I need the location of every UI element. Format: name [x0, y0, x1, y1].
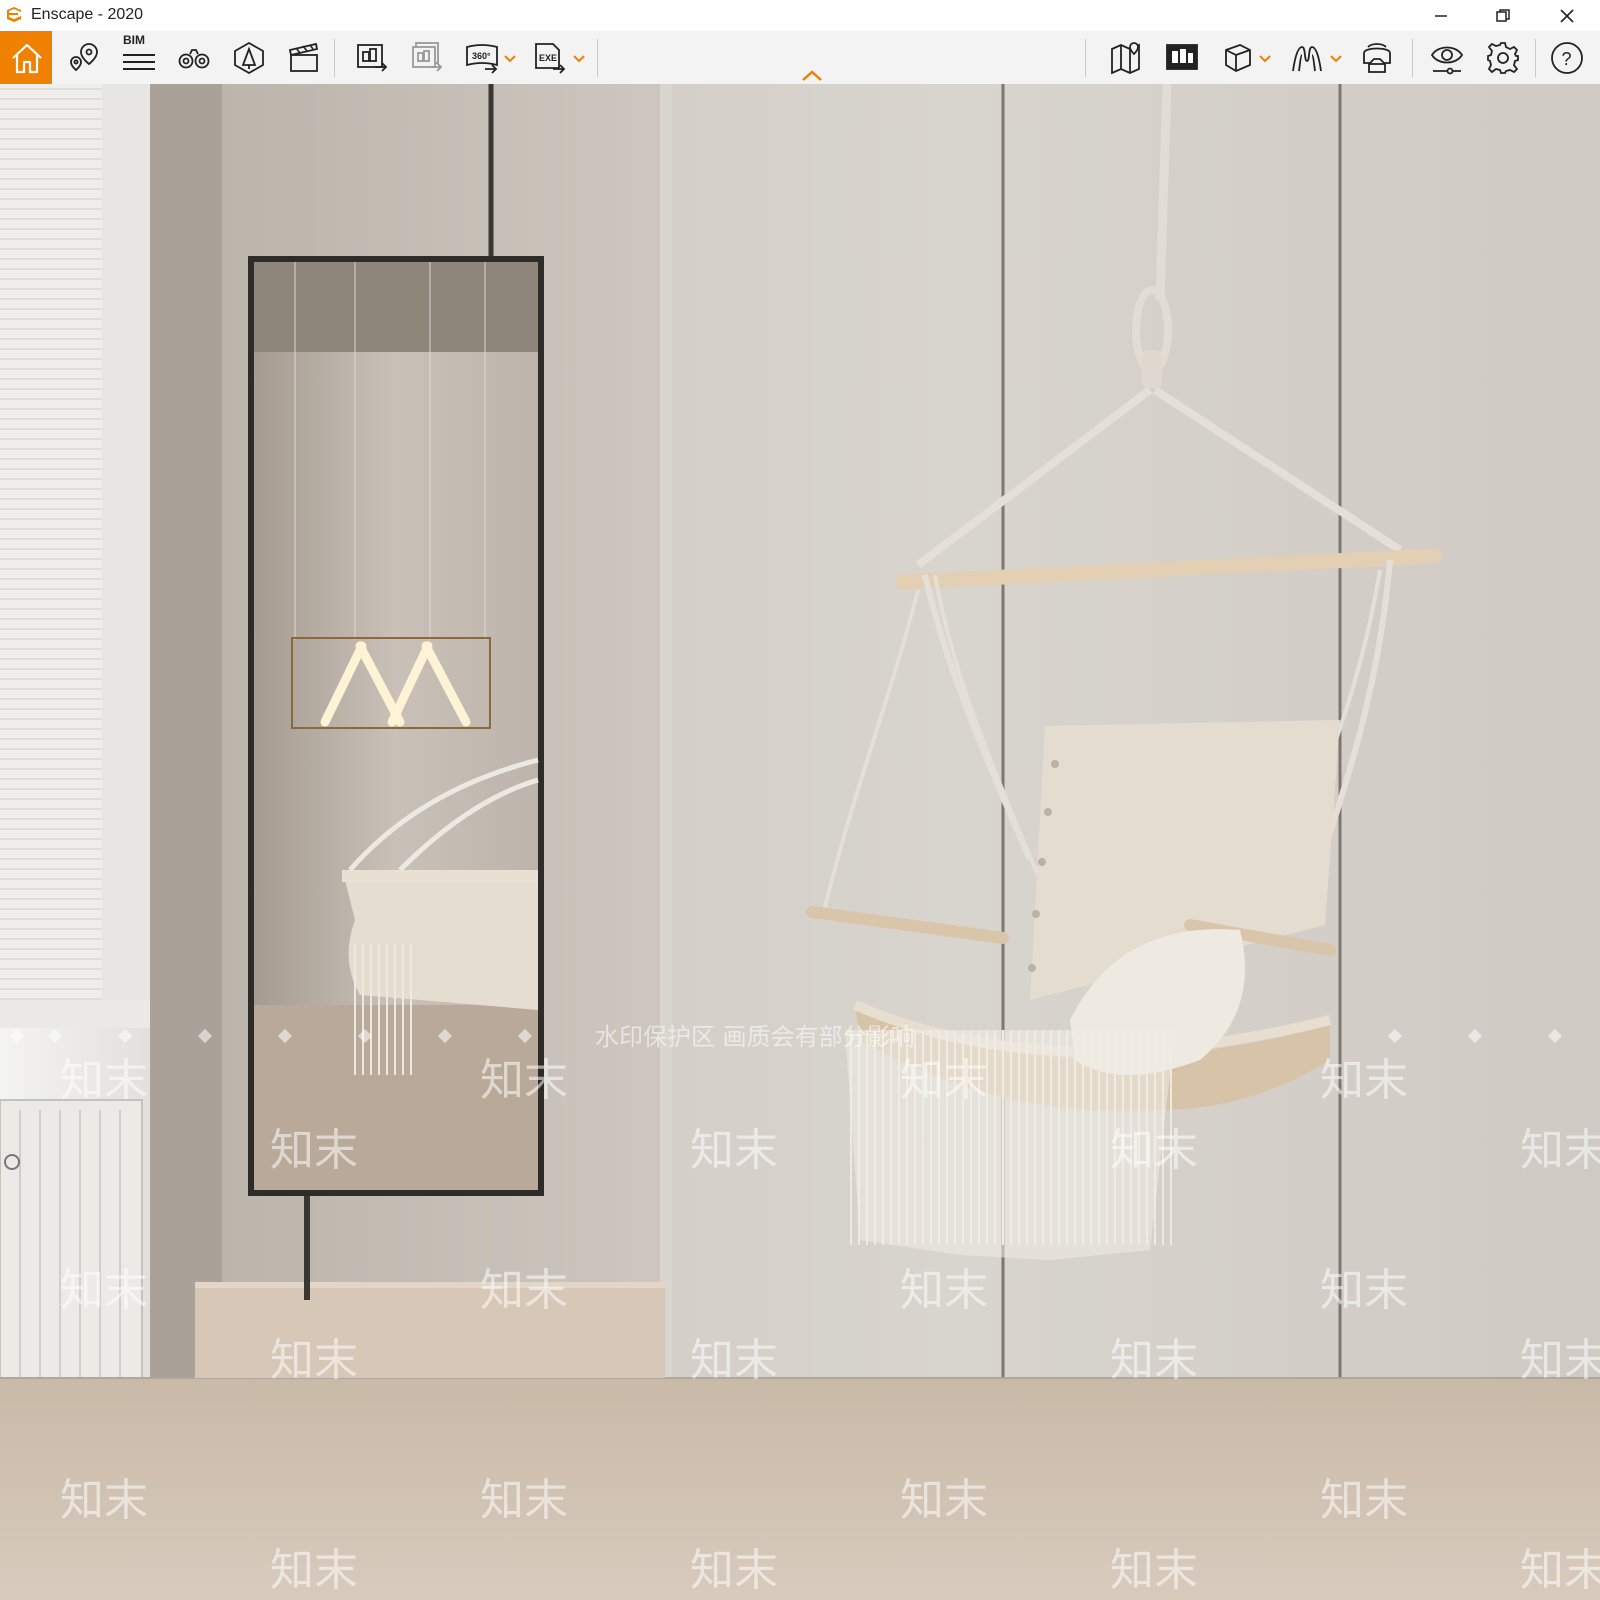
watermark-text: 知末: [270, 1545, 358, 1596]
enscape-logo-icon: [7, 7, 21, 22]
render-screenshot-icon: [357, 44, 388, 72]
panorama-360-button[interactable]: 360°: [455, 31, 507, 84]
watermark-text: 知末: [690, 1545, 778, 1596]
watermark-text: 知末: [1520, 1125, 1600, 1176]
batch-render-icon: [412, 42, 443, 72]
watermark-text: 知末: [1110, 1335, 1198, 1386]
cube-button[interactable]: [1210, 31, 1262, 84]
close-icon: [1560, 9, 1574, 23]
location-pins-icon: [70, 43, 98, 72]
panorama-dropdown-icon[interactable]: [504, 53, 516, 63]
map-button[interactable]: [1100, 31, 1152, 84]
watermark-text: 知末: [690, 1125, 778, 1176]
watermark-text: 知末: [1520, 1335, 1600, 1386]
views-button[interactable]: [1155, 31, 1207, 84]
cube-icon: [1225, 44, 1251, 73]
restore-icon: [1496, 9, 1510, 22]
watermark-text: 知末: [60, 1265, 148, 1316]
close-button[interactable]: [1544, 0, 1590, 31]
export-dropdown-icon[interactable]: [573, 53, 585, 63]
bim-icon: [123, 54, 155, 70]
watermark-text: 知末: [1110, 1125, 1198, 1176]
watermark-text: 知末: [60, 1055, 148, 1106]
home-icon: [12, 43, 42, 74]
binoculars-button[interactable]: [167, 31, 219, 84]
video-editor-button[interactable]: [277, 31, 329, 84]
scene-render: 水印保护区 画质会有部分影响 知末 知末 知末 知末 知末 知末 知末 知末 知…: [0, 84, 1600, 1600]
binoculars-icon: [178, 49, 210, 69]
watermark-text: 知末: [900, 1265, 988, 1316]
help-label: ?: [1562, 49, 1572, 69]
home-button[interactable]: [0, 31, 52, 84]
visual-settings-icon: [1430, 46, 1464, 75]
watermark-text: 知末: [900, 1055, 988, 1106]
toolbar-separator: [1412, 39, 1413, 77]
help-icon: ?: [1551, 42, 1583, 74]
watermark-text: 知末: [270, 1125, 358, 1176]
render-viewport[interactable]: 水印保护区 画质会有部分影响 知末 知末 知末 知末 知末 知末 知末 知末 知…: [0, 84, 1600, 1600]
toolbar-separator: [1535, 39, 1536, 77]
views-icon: [1166, 44, 1198, 70]
gear-icon: [1487, 42, 1519, 74]
watermark-text: 知末: [480, 1475, 568, 1526]
export-exe-icon: EXE: [535, 43, 566, 74]
watermark-text: 知末: [1320, 1475, 1408, 1526]
visual-settings-button[interactable]: [1420, 31, 1472, 84]
asset-library-icon: [234, 41, 264, 75]
watermark-text: 知末: [60, 1475, 148, 1526]
title-bar: Enscape - 2020: [0, 0, 1600, 31]
watermark-text: 知末: [690, 1335, 778, 1386]
help-button[interactable]: ?: [1540, 31, 1592, 84]
video-editor-icon: [288, 42, 319, 72]
watermark-banner: 水印保护区 画质会有部分影响: [595, 1023, 915, 1051]
watermark-text: 知末: [1320, 1055, 1408, 1106]
toolbar-separator: [1085, 39, 1086, 77]
vr-headset-button[interactable]: [1350, 31, 1402, 84]
location-pins-button[interactable]: [57, 31, 109, 84]
watermark-text: 知末: [1320, 1265, 1408, 1316]
watermark-text: 知末: [480, 1055, 568, 1106]
map-icon: [1111, 42, 1140, 75]
window-title: Enscape - 2020: [31, 6, 144, 23]
vr-headset-icon: [1363, 43, 1391, 73]
panorama-360-icon: 360°: [466, 44, 498, 74]
watermark-text: 知末: [480, 1265, 568, 1316]
walk-mode-icon: [1292, 46, 1322, 72]
watermark-text: 知末: [1110, 1545, 1198, 1596]
collapse-toolbar-icon[interactable]: [800, 68, 824, 82]
walk-mode-button[interactable]: [1280, 31, 1332, 84]
walk-dropdown-icon[interactable]: [1330, 53, 1342, 63]
toolbar-separator: [334, 39, 335, 77]
restore-button[interactable]: [1480, 0, 1526, 31]
watermark-text: 知末: [270, 1335, 358, 1386]
panorama-360-label: 360°: [472, 51, 491, 61]
watermark-text: 知末: [1520, 1545, 1600, 1596]
export-exe-button[interactable]: EXE: [523, 31, 575, 84]
export-exe-label: EXE: [539, 53, 557, 63]
settings-button[interactable]: [1476, 31, 1528, 84]
cube-dropdown-icon[interactable]: [1259, 53, 1271, 63]
bim-button[interactable]: BIM: [112, 31, 164, 84]
batch-render-button[interactable]: [400, 31, 452, 84]
watermark-text: 知末: [900, 1475, 988, 1526]
minimize-button[interactable]: [1418, 0, 1464, 31]
minimize-icon: [1435, 15, 1447, 17]
render-screenshot-button[interactable]: [345, 31, 397, 84]
toolbar-separator: [597, 39, 598, 77]
asset-library-button[interactable]: [222, 31, 274, 84]
